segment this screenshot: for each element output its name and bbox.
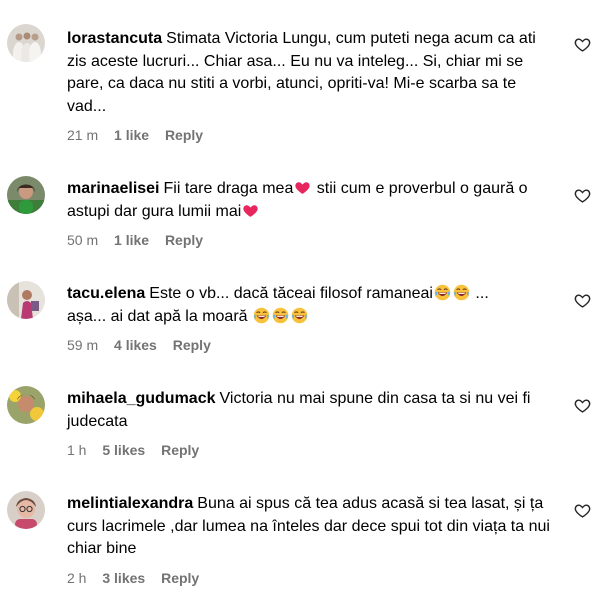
reply-button[interactable]: Reply bbox=[165, 232, 203, 248]
heart-icon[interactable] bbox=[574, 397, 591, 414]
heart-icon[interactable] bbox=[574, 502, 591, 519]
comment-text: Fii tare draga mea bbox=[163, 180, 294, 197]
comment-time: 2 h bbox=[67, 570, 87, 586]
reply-button[interactable]: Reply bbox=[161, 442, 199, 458]
comment-time: 59 m bbox=[67, 337, 99, 353]
comment-time: 50 m bbox=[67, 232, 99, 248]
comment-text: ... bbox=[470, 285, 489, 302]
comment-item: melintialexandra Buna ai spus că tea adus… bbox=[0, 465, 599, 607]
laughing-emoji-icon bbox=[272, 307, 289, 324]
username[interactable]: tacu.elena bbox=[67, 285, 145, 302]
comment-item: marinaelisei Fii tare draga mea stii cum … bbox=[0, 150, 599, 255]
reply-button[interactable]: Reply bbox=[173, 337, 211, 353]
comment-text: Este o vb... dacă tăceai filosof ramanea… bbox=[149, 285, 433, 302]
avatar[interactable] bbox=[7, 24, 45, 62]
avatar[interactable] bbox=[7, 386, 45, 424]
avatar[interactable] bbox=[7, 176, 45, 214]
username[interactable]: lorastancuta bbox=[67, 30, 162, 47]
avatar-image bbox=[7, 281, 45, 319]
username[interactable]: melintialexandra bbox=[67, 495, 193, 512]
laughing-emoji-icon bbox=[434, 284, 451, 301]
comment-text: așa... ai dat apă la moară bbox=[67, 307, 248, 325]
avatar-image bbox=[7, 24, 45, 62]
likes-count[interactable]: 3 likes bbox=[102, 570, 145, 586]
reply-button[interactable]: Reply bbox=[165, 127, 203, 143]
reply-button[interactable]: Reply bbox=[161, 570, 199, 586]
username[interactable]: mihaela_gudumack bbox=[67, 390, 216, 407]
comment-item: lorastancuta Stimata Victoria Lungu, cum … bbox=[0, 0, 599, 150]
likes-count[interactable]: 1 like bbox=[114, 232, 149, 248]
avatar-image bbox=[7, 386, 45, 424]
heart-emoji-icon bbox=[242, 202, 259, 219]
comment-time: 21 m bbox=[67, 127, 99, 143]
avatar[interactable] bbox=[7, 491, 45, 529]
avatar-image bbox=[7, 491, 45, 529]
username[interactable]: marinaelisei bbox=[67, 180, 160, 197]
comment-time: 1 h bbox=[67, 442, 87, 458]
avatar-image bbox=[7, 176, 45, 214]
likes-count[interactable]: 4 likes bbox=[114, 337, 157, 353]
likes-count[interactable]: 5 likes bbox=[102, 442, 145, 458]
heart-icon[interactable] bbox=[574, 292, 591, 309]
laughing-emoji-icon bbox=[291, 307, 308, 324]
comment-item: mihaela_gudumack Victoria nu mai spune di… bbox=[0, 360, 599, 465]
laughing-emoji-icon bbox=[253, 307, 270, 324]
heart-icon[interactable] bbox=[574, 36, 591, 53]
avatar[interactable] bbox=[7, 281, 45, 319]
heart-emoji-icon bbox=[294, 179, 311, 196]
laughing-emoji-icon bbox=[453, 284, 470, 301]
comment-item: tacu.elena Este o vb... dacă tăceai filos… bbox=[0, 255, 599, 360]
likes-count[interactable]: 1 like bbox=[114, 127, 149, 143]
heart-icon[interactable] bbox=[574, 187, 591, 204]
